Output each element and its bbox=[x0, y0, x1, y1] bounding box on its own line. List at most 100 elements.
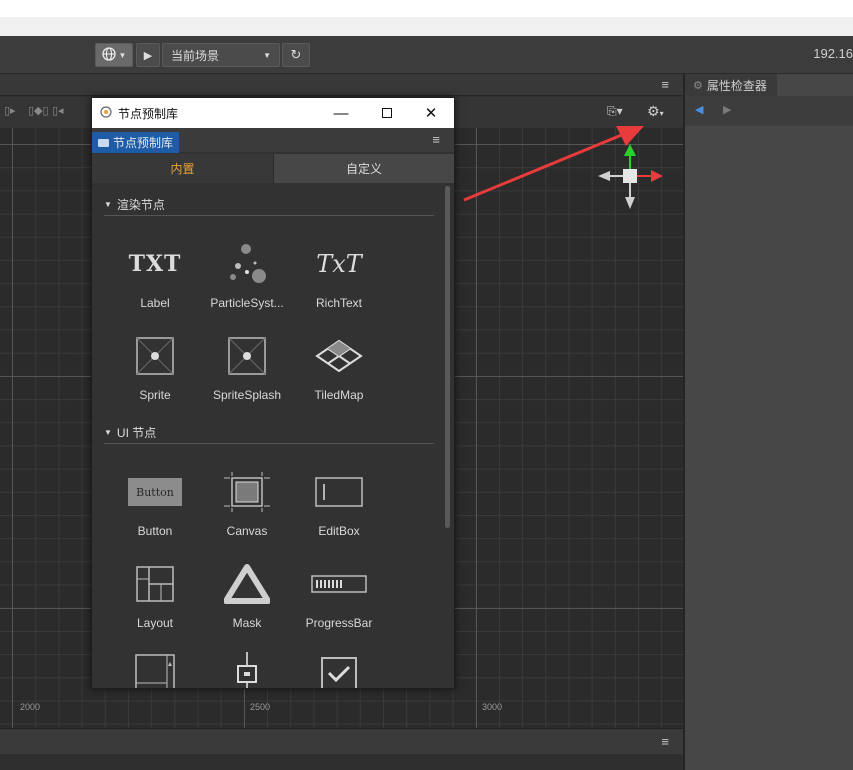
window-title: 节点预制库 bbox=[118, 106, 179, 121]
play-button[interactable]: ▶ bbox=[136, 43, 160, 67]
panel-header: 节点预制库 ≡ bbox=[92, 128, 454, 153]
node-richtext[interactable]: TxT RichText bbox=[293, 238, 385, 322]
tab-custom[interactable]: 自定义 bbox=[273, 154, 454, 183]
text-icon: TXT bbox=[128, 251, 182, 277]
bottom-panel-header: ≡ bbox=[0, 728, 683, 754]
triangle-down-icon: ▼ bbox=[104, 200, 112, 209]
node-button[interactable]: Button Button bbox=[109, 466, 201, 550]
globe-icon bbox=[101, 46, 116, 64]
app-icon bbox=[100, 105, 112, 121]
section-ui-nodes[interactable]: ▼ UI 节点 bbox=[104, 422, 434, 444]
scrollview-icon bbox=[135, 654, 175, 688]
align-left-icon[interactable]: ▯▸ bbox=[4, 104, 16, 117]
node-layout[interactable]: Layout bbox=[109, 558, 201, 642]
tiledmap-icon bbox=[293, 330, 385, 382]
close-button[interactable]: ✕ bbox=[408, 98, 454, 128]
refresh-button[interactable]: ↻ bbox=[282, 43, 310, 67]
node-toggle-partial[interactable] bbox=[320, 656, 358, 688]
node-sprite-splash-name: SpriteSplash bbox=[212, 388, 282, 402]
close-icon: ✕ bbox=[424, 105, 438, 122]
align-center-icon[interactable]: ▯◆▯ bbox=[28, 104, 49, 117]
inspector-tab[interactable]: ⚙ 属性检查器 bbox=[685, 74, 777, 96]
node-button-name: Button bbox=[137, 524, 173, 538]
checkbox-icon bbox=[321, 657, 357, 688]
forward-arrow-icon[interactable]: ▶ bbox=[723, 103, 731, 116]
maximize-icon bbox=[382, 108, 392, 118]
node-richtext-name: RichText bbox=[315, 296, 362, 310]
library-scrollbar[interactable] bbox=[445, 186, 450, 528]
globe-dropdown-button[interactable]: ▼ bbox=[95, 43, 133, 67]
button-icon: Button bbox=[109, 466, 201, 518]
inspector-toolbar: ◀ ▶ bbox=[685, 96, 853, 126]
inspector-tab-label: 属性检查器 bbox=[706, 78, 767, 93]
node-editbox[interactable]: EditBox bbox=[293, 466, 385, 550]
ruler-label-2000: 2000 bbox=[20, 702, 41, 712]
progressbar-icon bbox=[293, 558, 385, 610]
section-render-nodes-label: 渲染节点 bbox=[116, 198, 165, 212]
sprite-splash-icon bbox=[201, 330, 293, 382]
node-progressbar[interactable]: ProgressBar bbox=[293, 558, 385, 642]
node-particle-system-name: ParticleSyst... bbox=[210, 296, 284, 310]
node-scrollview-partial[interactable] bbox=[135, 654, 175, 688]
annotation-arrow bbox=[463, 126, 644, 202]
chevron-down-icon: ▼ bbox=[118, 50, 127, 60]
minimize-icon: — bbox=[333, 104, 349, 122]
node-canvas-name: Canvas bbox=[226, 524, 268, 538]
sprite-icon bbox=[109, 330, 201, 382]
button-icon-text: Button bbox=[128, 478, 182, 506]
layout-icon bbox=[109, 558, 201, 610]
scene-select[interactable]: 当前场景 ▼ bbox=[162, 43, 280, 67]
section-render-nodes[interactable]: ▼ 渲染节点 bbox=[104, 194, 434, 216]
ruler-label-3000: 3000 bbox=[482, 702, 503, 712]
node-slider-partial[interactable] bbox=[232, 652, 262, 688]
camera-icon[interactable]: ⎘▾ bbox=[607, 104, 623, 119]
node-library-window: 节点预制库 — ✕ 节点预制库 ≡ 内置 自定义 ▼ 渲染节点 TXT Labe… bbox=[91, 97, 455, 689]
panel-menu-icon[interactable]: ≡ bbox=[432, 132, 440, 147]
canvas-icon bbox=[201, 466, 293, 518]
node-particle-system[interactable]: ParticleSyst... bbox=[201, 238, 293, 322]
panel-tag[interactable]: 节点预制库 bbox=[92, 132, 180, 153]
play-icon: ▶ bbox=[143, 49, 153, 62]
node-sprite-name: Sprite bbox=[139, 388, 171, 402]
slider-icon bbox=[237, 652, 257, 688]
back-arrow-icon[interactable]: ◀ bbox=[695, 103, 703, 116]
particles-icon bbox=[201, 238, 293, 290]
node-tiledmap-name: TiledMap bbox=[314, 388, 364, 402]
maximize-button[interactable] bbox=[364, 98, 410, 128]
briefcase-icon bbox=[98, 138, 109, 147]
refresh-icon: ↻ bbox=[290, 47, 302, 62]
panel-tag-label: 节点预制库 bbox=[113, 136, 174, 150]
scene-select-label: 当前场景 bbox=[171, 48, 220, 63]
bottom-menu-icon[interactable]: ≡ bbox=[661, 734, 669, 749]
node-sprite-splash[interactable]: SpriteSplash bbox=[201, 330, 293, 414]
ip-address: 192.16 bbox=[813, 46, 853, 61]
mask-icon bbox=[201, 558, 293, 610]
editbox-icon bbox=[293, 466, 385, 518]
section-ui-nodes-label: UI 节点 bbox=[116, 426, 157, 440]
node-editbox-name: EditBox bbox=[318, 524, 360, 538]
tab-builtin[interactable]: 内置 bbox=[92, 154, 273, 183]
gear-icon[interactable]: ⚙▾ bbox=[647, 103, 664, 120]
inspector-gear-icon: ⚙ bbox=[693, 79, 703, 92]
node-label[interactable]: TXT Label bbox=[109, 238, 201, 322]
node-canvas[interactable]: Canvas bbox=[201, 466, 293, 550]
scene-menu-icon[interactable]: ≡ bbox=[661, 77, 669, 92]
inspector-panel: ⚙ 属性检查器 ◀ ▶ bbox=[683, 74, 853, 770]
scene-panel-header: ≡ bbox=[0, 74, 683, 96]
richtext-icon: TxT bbox=[316, 250, 362, 278]
ruler-label-2500: 2500 bbox=[250, 702, 271, 712]
minimize-button[interactable]: — bbox=[318, 98, 364, 128]
node-mask[interactable]: Mask bbox=[201, 558, 293, 642]
bottom-panel bbox=[0, 754, 683, 770]
triangle-down-icon: ▼ bbox=[104, 428, 112, 437]
caret-down-icon: ▼ bbox=[263, 50, 271, 60]
node-progressbar-name: ProgressBar bbox=[305, 616, 373, 630]
node-label-name: Label bbox=[140, 296, 170, 310]
node-layout-name: Layout bbox=[136, 616, 174, 630]
node-tiledmap[interactable]: TiledMap bbox=[293, 330, 385, 414]
library-tabs: 内置 自定义 bbox=[92, 154, 454, 183]
top-blank-area bbox=[0, 0, 853, 17]
node-sprite[interactable]: Sprite bbox=[109, 330, 201, 414]
main-toolbar: ▼ ▶ 当前场景 ▼ ↻ 192.16 bbox=[0, 36, 853, 74]
align-right-icon[interactable]: ▯◂ bbox=[52, 104, 64, 117]
